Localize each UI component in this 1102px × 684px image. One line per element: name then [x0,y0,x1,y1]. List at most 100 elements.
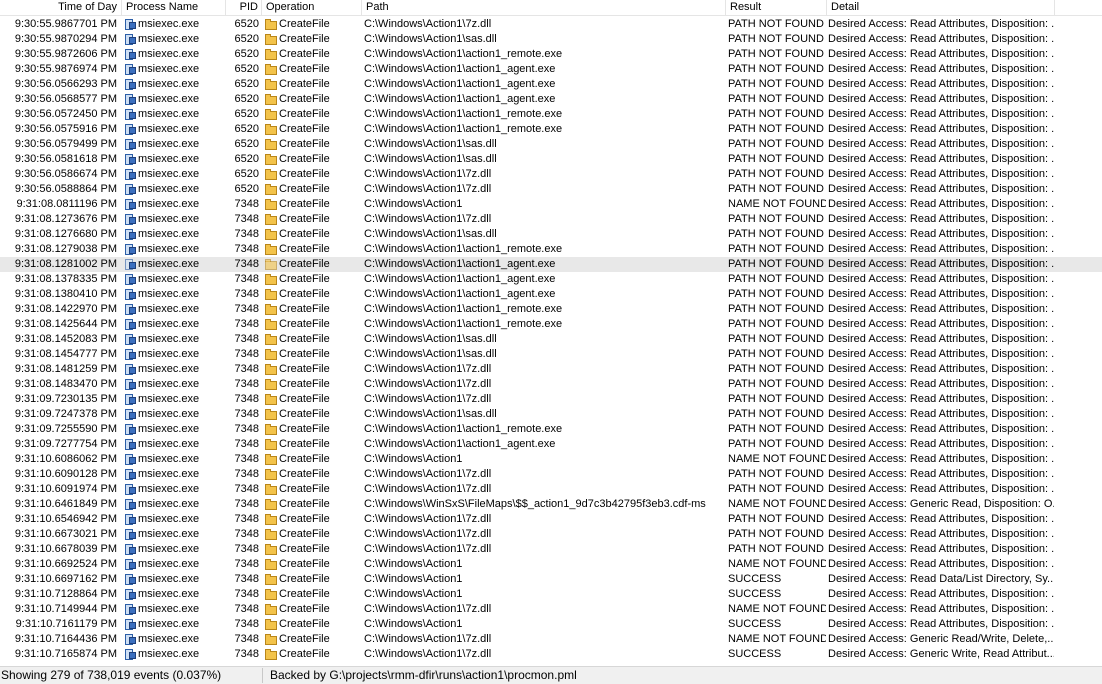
table-row[interactable]: 9:31:10.6697162 PM msiexec.exe 7348 CreateF… [0,572,1102,587]
cell-operation-text: CreateFile [279,318,330,330]
table-row[interactable]: 9:31:10.6692524 PM msiexec.exe 7348 CreateF… [0,557,1102,572]
cell-path-text: C:\Windows\Action1\action1_agent.exe [364,288,556,300]
table-row[interactable]: 9:31:09.7255590 PM msiexec.exe 7348 CreateF… [0,422,1102,437]
cell-pid-text: 7348 [234,423,259,435]
cell-operation: CreateFile [264,572,360,587]
column-header-pid[interactable]: PID [226,0,262,15]
cell-pid-text: 6520 [234,78,259,90]
cell-process-name: msiexec.exe [124,587,224,602]
table-row[interactable]: 9:31:08.1378335 PM msiexec.exe 7348 CreateF… [0,272,1102,287]
cell-process-name: msiexec.exe [124,257,224,272]
cell-operation: CreateFile [264,212,360,227]
table-row[interactable]: 9:31:08.1279038 PM msiexec.exe 7348 CreateF… [0,242,1102,257]
file-folder-icon [264,408,278,421]
cell-detail: Desired Access: Read Attributes, Disposi… [828,32,1054,47]
cell-path-text: C:\Windows\Action1\action1_agent.exe [364,438,556,450]
table-row[interactable]: 9:31:10.7128864 PM msiexec.exe 7348 CreateF… [0,587,1102,602]
table-row[interactable]: 9:31:08.1380410 PM msiexec.exe 7348 CreateF… [0,287,1102,302]
table-row[interactable]: 9:30:56.0581618 PM msiexec.exe 6520 CreateF… [0,152,1102,167]
column-header-time[interactable]: Time of Day [0,0,122,15]
cell-pid: 7348 [226,317,259,332]
cell-operation: CreateFile [264,482,360,497]
application-icon [124,48,137,61]
column-header-operation[interactable]: Operation [262,0,362,15]
table-row[interactable]: 9:30:56.0572450 PM msiexec.exe 6520 CreateF… [0,107,1102,122]
cell-path: C:\Windows\Action1 [364,557,724,572]
cell-result-text: SUCCESS [728,618,782,630]
table-row[interactable]: 9:31:08.0811196 PM msiexec.exe 7348 CreateF… [0,197,1102,212]
cell-detail-text: Desired Access: Read Attributes, Disposi… [828,93,1054,105]
cell-path: C:\Windows\Action1\sas.dll [364,227,724,242]
table-row[interactable]: 9:30:56.0568577 PM msiexec.exe 6520 CreateF… [0,92,1102,107]
table-row[interactable]: 9:31:10.7149944 PM msiexec.exe 7348 CreateF… [0,602,1102,617]
table-row[interactable]: 9:31:08.1425644 PM msiexec.exe 7348 CreateF… [0,317,1102,332]
cell-time-text: 9:31:08.1281002 PM [14,258,117,270]
table-row[interactable]: 9:31:10.6673021 PM msiexec.exe 7348 CreateF… [0,527,1102,542]
file-folder-icon [264,48,278,61]
cell-result-text: PATH NOT FOUND [728,108,824,120]
table-row[interactable]: 9:31:10.7165874 PM msiexec.exe 7348 CreateF… [0,647,1102,662]
table-row[interactable]: 9:30:56.0586674 PM msiexec.exe 6520 CreateF… [0,167,1102,182]
cell-detail-text: Desired Access: Generic Read/Write, Dele… [828,633,1054,645]
table-row[interactable]: 9:31:08.1281002 PM msiexec.exe 7348 CreateF… [0,257,1102,272]
table-row[interactable]: 9:31:10.7164436 PM msiexec.exe 7348 CreateF… [0,632,1102,647]
column-header-detail[interactable]: Detail [827,0,1055,15]
cell-detail-text: Desired Access: Read Attributes, Disposi… [828,483,1054,495]
file-folder-icon [264,78,278,91]
column-header-result[interactable]: Result [726,0,827,15]
table-row[interactable]: 9:31:10.6461849 PM msiexec.exe 7348 CreateF… [0,497,1102,512]
cell-detail: Desired Access: Read Attributes, Disposi… [828,302,1054,317]
table-row[interactable]: 9:31:10.6091974 PM msiexec.exe 7348 CreateF… [0,482,1102,497]
cell-detail: Desired Access: Read Attributes, Disposi… [828,362,1054,377]
table-row[interactable]: 9:30:56.0579499 PM msiexec.exe 6520 CreateF… [0,137,1102,152]
table-row[interactable]: 9:30:56.0566293 PM msiexec.exe 6520 CreateF… [0,77,1102,92]
table-row[interactable]: 9:30:56.0575916 PM msiexec.exe 6520 CreateF… [0,122,1102,137]
column-header-process-name[interactable]: Process Name [122,0,226,15]
cell-operation: CreateFile [264,77,360,92]
file-folder-icon [264,603,278,616]
table-row[interactable]: 9:31:08.1452083 PM msiexec.exe 7348 CreateF… [0,332,1102,347]
cell-time-text: 9:30:56.0581618 PM [14,153,117,165]
table-row[interactable]: 9:31:10.6546942 PM msiexec.exe 7348 CreateF… [0,512,1102,527]
application-icon [124,378,137,391]
table-row[interactable]: 9:31:08.1422970 PM msiexec.exe 7348 CreateF… [0,302,1102,317]
file-folder-icon [264,138,278,151]
cell-time: 9:31:10.6692524 PM [0,557,117,572]
cell-process-name-text: msiexec.exe [138,153,200,165]
cell-path-text: C:\Windows\Action1 [364,453,463,465]
cell-operation: CreateFile [264,62,360,77]
table-row[interactable]: 9:31:08.1483470 PM msiexec.exe 7348 CreateF… [0,377,1102,392]
table-row[interactable]: 9:31:08.1454777 PM msiexec.exe 7348 CreateF… [0,347,1102,362]
table-row[interactable]: 9:31:08.1481259 PM msiexec.exe 7348 CreateF… [0,362,1102,377]
table-row[interactable]: 9:30:55.9867701 PM msiexec.exe 6520 CreateF… [0,17,1102,32]
table-row[interactable]: 9:30:55.9870294 PM msiexec.exe 6520 CreateF… [0,32,1102,47]
cell-result: PATH NOT FOUND [728,152,826,167]
cell-path: C:\Windows\Action1\action1_remote.exe [364,317,724,332]
cell-process-name-text: msiexec.exe [138,78,200,90]
cell-result-text: PATH NOT FOUND [728,423,824,435]
cell-path: C:\Windows\Action1\7z.dll [364,392,724,407]
table-row[interactable]: 9:31:10.6086062 PM msiexec.exe 7348 CreateF… [0,452,1102,467]
table-row[interactable]: 9:30:55.9876974 PM msiexec.exe 6520 CreateF… [0,62,1102,77]
table-row[interactable]: 9:30:55.9872606 PM msiexec.exe 6520 CreateF… [0,47,1102,62]
table-row[interactable]: 9:31:09.7230135 PM msiexec.exe 7348 CreateF… [0,392,1102,407]
table-row[interactable]: 9:31:09.7247378 PM msiexec.exe 7348 CreateF… [0,407,1102,422]
table-row[interactable]: 9:31:08.1276680 PM msiexec.exe 7348 CreateF… [0,227,1102,242]
cell-detail: Desired Access: Generic Write, Read Attr… [828,647,1054,662]
cell-operation-text: CreateFile [279,603,330,615]
application-icon [124,168,137,181]
table-row[interactable]: 9:31:09.7277754 PM msiexec.exe 7348 CreateF… [0,437,1102,452]
cell-result-text: PATH NOT FOUND [728,513,824,525]
event-list-grid[interactable]: Time of Day Process Name PID Operation P… [0,0,1102,666]
file-folder-icon [264,168,278,181]
column-header-path[interactable]: Path [362,0,726,15]
table-row[interactable]: 9:31:10.7161179 PM msiexec.exe 7348 CreateF… [0,617,1102,632]
table-row[interactable]: 9:31:10.6090128 PM msiexec.exe 7348 CreateF… [0,467,1102,482]
table-row[interactable]: 9:31:08.1273676 PM msiexec.exe 7348 CreateF… [0,212,1102,227]
cell-operation-text: CreateFile [279,18,330,30]
cell-pid-text: 7348 [234,378,259,390]
cell-result-text: SUCCESS [728,648,782,660]
table-row[interactable]: 9:31:10.6678039 PM msiexec.exe 7348 CreateF… [0,542,1102,557]
cell-result: NAME NOT FOUND [728,557,826,572]
table-row[interactable]: 9:30:56.0588864 PM msiexec.exe 6520 CreateF… [0,182,1102,197]
